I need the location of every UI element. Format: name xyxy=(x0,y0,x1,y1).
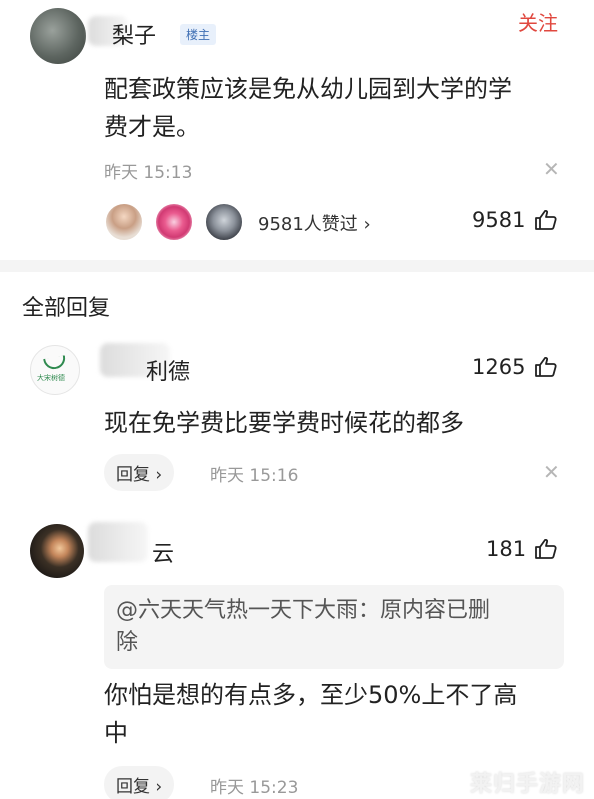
all-replies-title: 全部回复 xyxy=(22,296,111,321)
likes-summary-link[interactable]: 9581人赞过 › xyxy=(258,210,371,236)
close-icon[interactable]: ✕ xyxy=(543,460,560,484)
reply-author-blur xyxy=(88,522,148,562)
reply-content-line-2: 中 xyxy=(104,719,128,747)
quoted-reply[interactable]: @六天天气热一天下大雨：原内容已删 除 xyxy=(104,585,564,669)
reply-button[interactable]: 回复 › xyxy=(104,454,175,491)
liker-avatar xyxy=(154,202,194,242)
reply-time: 昨天 15:16 xyxy=(210,466,299,486)
reply-content: 你怕是想的有点多，至少50%上不了高 中 xyxy=(104,676,574,752)
thumbs-up-icon[interactable] xyxy=(534,537,558,561)
post-time: 昨天 15:13 xyxy=(104,163,193,183)
reply-like-count: 181 xyxy=(486,537,527,561)
logo-icon xyxy=(43,355,67,371)
author-name[interactable]: 梨子 xyxy=(112,18,156,50)
reply-content: 现在免学费比要学费时候花的都多 xyxy=(104,409,464,437)
avatar-logo-text: 大宋树德 xyxy=(37,374,65,382)
reply-button[interactable]: 回复 › xyxy=(104,766,175,799)
thumbs-up-icon[interactable] xyxy=(534,355,558,379)
follow-button[interactable]: 关注 xyxy=(518,7,558,36)
close-icon[interactable]: ✕ xyxy=(543,157,560,181)
liker-avatar xyxy=(204,202,244,242)
thumbs-up-icon[interactable] xyxy=(534,208,558,232)
reply-avatar[interactable]: 大宋树德 xyxy=(30,345,80,395)
section-divider xyxy=(0,260,594,272)
quoted-reply-line-1: @六天天气热一天下大雨：原内容已删 xyxy=(116,598,491,623)
reply-author-name[interactable]: 云 xyxy=(152,536,174,568)
reply-avatar[interactable] xyxy=(30,524,84,578)
post-like-count: 9581 xyxy=(472,208,526,232)
watermark: 莱归手游网 xyxy=(470,772,586,797)
reply-time: 昨天 15:23 xyxy=(210,778,299,798)
op-badge: 楼主 xyxy=(180,24,217,45)
reply-content-line-1: 你怕是想的有点多，至少50%上不了高 xyxy=(104,681,518,709)
post-content-line-1: 配套政策应该是免从幼儿园到大学的学 xyxy=(104,75,512,103)
reply-author-name[interactable]: 利德 xyxy=(146,354,190,386)
quoted-reply-line-2: 除 xyxy=(116,630,139,655)
author-avatar[interactable] xyxy=(30,8,86,64)
likers-avatars[interactable] xyxy=(104,202,254,244)
post-content-line-2: 费才是。 xyxy=(104,113,200,141)
liker-avatar xyxy=(104,202,144,242)
reply-like-count: 1265 xyxy=(472,355,526,379)
post-content: 配套政策应该是免从幼儿园到大学的学 费才是。 xyxy=(104,70,574,146)
